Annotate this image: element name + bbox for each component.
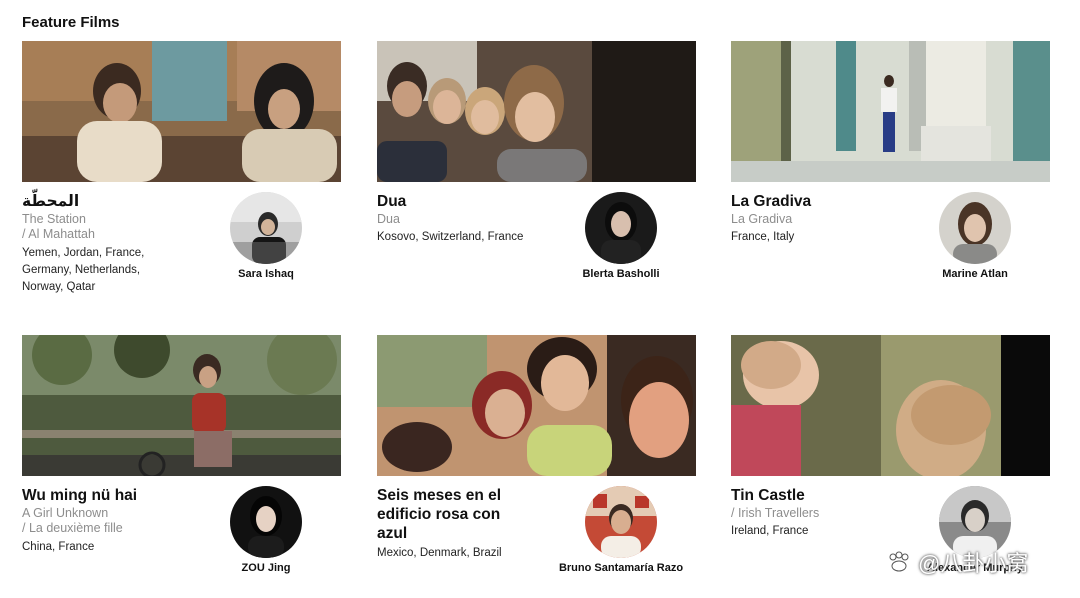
weibo-paw-icon [889,551,909,572]
director-avatar[interactable] [230,192,302,264]
film-still[interactable] [377,335,696,476]
film-title: Wu ming nü hai [22,487,138,504]
film-subtitle: La Gradiva [731,212,793,226]
film-title: Seis meses en el edificio rosa con azul [377,487,502,542]
film-subtitle: Dua [377,212,400,226]
film-title: Dua [377,193,407,210]
film-countries: Yemen, Jordan, France, Germany, Netherla… [22,247,145,293]
film-subtitle: The Station [22,212,86,226]
director-name: Blerta Basholli [582,268,660,280]
film-subtitle-alt: / Al Mahattah [22,227,95,241]
director-name: Marine Atlan [942,268,1008,280]
director-avatar[interactable] [585,486,657,558]
film-countries: Mexico, Denmark, Brazil [377,547,502,559]
film-still[interactable] [731,335,1050,476]
film-countries: Kosovo, Switzerland, France [377,231,524,243]
film-countries: Ireland, France [731,525,809,537]
film-still[interactable] [22,335,341,476]
film-title: Tin Castle [731,487,805,504]
film-subtitle: / Irish Travellers [731,506,820,520]
director-name: Bruno Santamaría Razo [558,562,684,574]
film-subtitle-alt: / La deuxième fille [22,521,123,535]
film-title: La Gradiva [731,193,812,210]
film-subtitle: A Girl Unknown [22,506,109,520]
film-still[interactable] [731,41,1050,182]
director-name: Sara Ishaq [238,268,294,280]
page-title: Feature Films [22,14,120,31]
director-avatar[interactable] [585,192,657,264]
director-avatar[interactable] [939,192,1011,264]
film-countries: France, Italy [731,231,795,243]
film-still[interactable] [377,41,696,182]
director-avatar[interactable] [230,486,302,558]
director-name: ZOU Jing [241,562,291,574]
film-countries: China, France [22,541,95,553]
watermark-text: @八卦小窝 [918,551,1029,576]
watermark: @八卦小窝 [886,546,1028,578]
film-still[interactable] [22,41,341,182]
film-title: المحطّة [22,193,80,210]
